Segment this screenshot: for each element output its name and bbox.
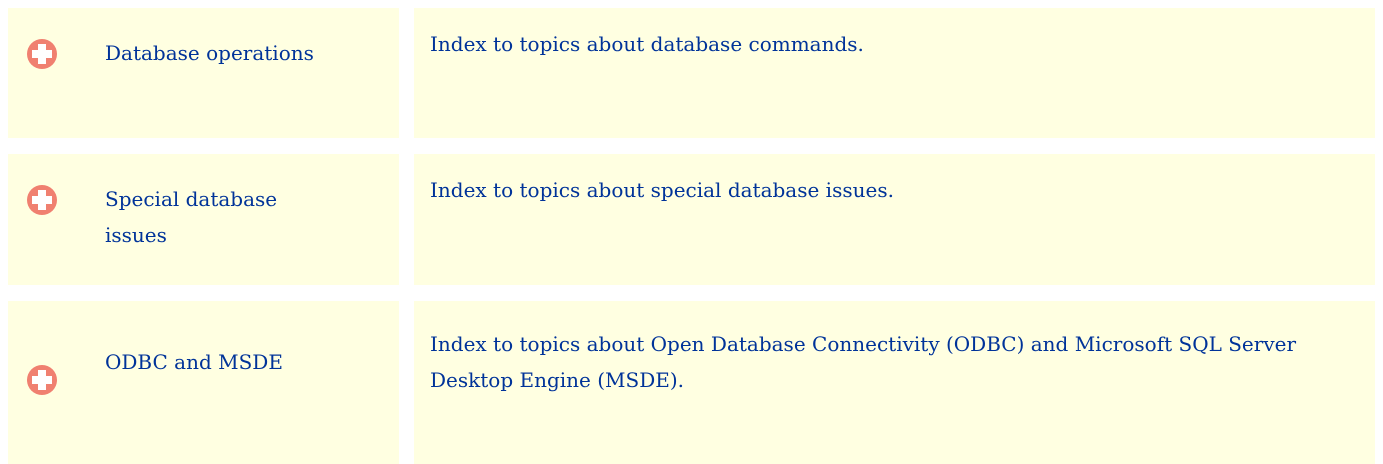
topic-description: Index to topics about special database i… (430, 178, 894, 202)
expand-plus-icon[interactable] (26, 184, 58, 216)
topic-link-odbc-and-msde[interactable]: ODBC and MSDE (105, 344, 335, 380)
topic-link-special-database-issues[interactable]: Special database issues (105, 181, 335, 253)
topic-cell-special-database-issues: Special database issues (8, 154, 399, 285)
topic-cell-database-operations: Database operations (8, 8, 399, 138)
topic-index-table: Database operations Index to topics abou… (0, 0, 1383, 464)
topic-cell-odbc-and-msde: ODBC and MSDE (8, 301, 399, 464)
topic-description: Index to topics about database commands. (430, 32, 864, 56)
description-cell-database-operations: Index to topics about database commands. (414, 8, 1375, 138)
expand-plus-icon[interactable] (26, 364, 58, 396)
description-cell-special-database-issues: Index to topics about special database i… (414, 154, 1375, 285)
topic-description: Index to topics about Open Database Conn… (430, 332, 1297, 392)
topic-link-database-operations[interactable]: Database operations (105, 35, 335, 71)
expand-plus-icon[interactable] (26, 38, 58, 70)
description-cell-odbc-and-msde: Index to topics about Open Database Conn… (414, 301, 1375, 464)
